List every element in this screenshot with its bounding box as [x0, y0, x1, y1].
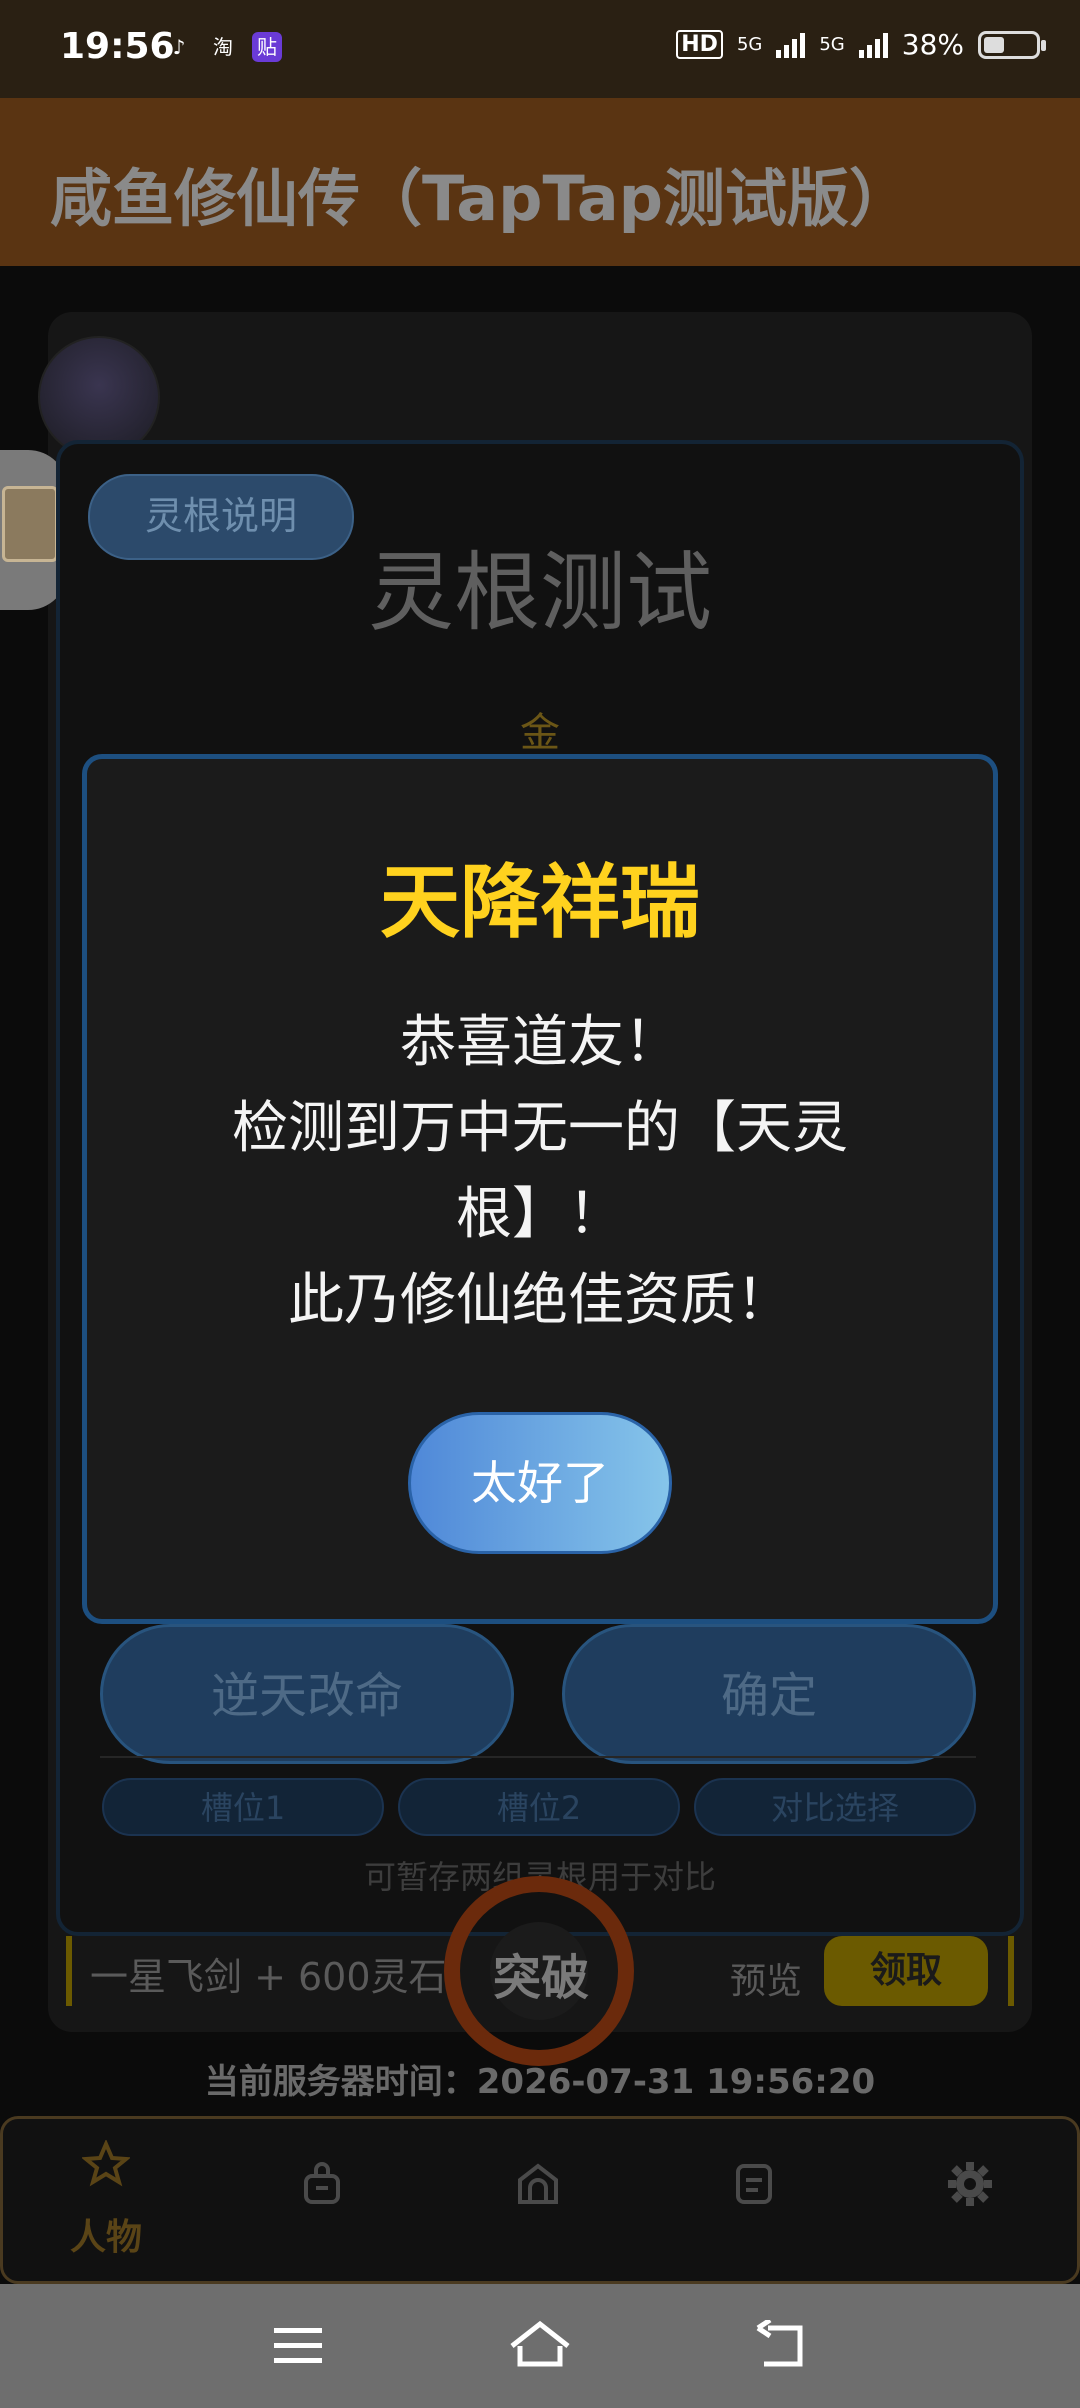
back-icon[interactable]: [754, 2320, 806, 2370]
slot-2-button[interactable]: 槽位2: [398, 1778, 680, 1836]
status-time: 19:56: [60, 26, 175, 67]
modal-line: 根】！: [456, 1182, 624, 1247]
modal-title: 天降祥瑞: [380, 856, 700, 949]
system-nav-bar: [0, 2284, 1080, 2408]
signal-icon-2: [858, 32, 888, 58]
nav-label-character: 人物: [69, 2217, 142, 2258]
preview-link[interactable]: 预览: [730, 1952, 802, 2004]
network-label-2: 5G: [819, 34, 845, 55]
battery-icon: [978, 30, 1046, 59]
compare-button[interactable]: 对比选择: [694, 1778, 976, 1836]
modal-message: 恭喜道友！ 检测到万中无一的【天灵 根】！ 此乃修仙绝佳资质！: [170, 1000, 910, 1344]
app-title: 咸鱼修仙传（TapTap测试版）: [50, 162, 912, 235]
tieba-icon: 贴: [252, 32, 282, 62]
nav-item-sect[interactable]: [478, 2140, 598, 2260]
lingen-title: 灵根测试: [368, 543, 712, 643]
tiktok-icon: ♪: [172, 35, 186, 59]
nav-item-character[interactable]: 人物: [46, 2140, 166, 2260]
home-icon[interactable]: [508, 2318, 572, 2372]
nav-item-tasks[interactable]: [694, 2140, 814, 2260]
divider: [100, 1756, 976, 1758]
nav-item-bag[interactable]: [262, 2140, 382, 2260]
reroll-button[interactable]: 逆天改命: [100, 1624, 514, 1764]
bag-icon: [304, 2162, 340, 2204]
gear-icon: [948, 2162, 992, 2206]
menu-icon[interactable]: [274, 2324, 322, 2368]
document-icon: [736, 2164, 772, 2204]
slot-1-button[interactable]: 槽位1: [102, 1778, 384, 1836]
battery-percent: 38%: [901, 28, 964, 61]
ok-button[interactable]: 太好了: [408, 1412, 672, 1554]
status-right: HD 5G 5G 38%: [676, 28, 1046, 61]
modal-line: 检测到万中无一的【天灵: [232, 1096, 848, 1161]
modal-line: 恭喜道友！: [400, 1010, 680, 1075]
network-label-1: 5G: [736, 34, 763, 55]
hd-indicator: HD: [676, 30, 723, 59]
app-header: 咸鱼修仙传（TapTap测试版）: [0, 98, 1080, 266]
signal-icon: [776, 32, 806, 58]
sect-icon: [518, 2163, 558, 2204]
star-icon: [82, 2140, 130, 2187]
taobao-icon: 淘: [213, 35, 233, 59]
breakthrough-label: 突破: [492, 1950, 589, 2006]
modal-line: 此乃修仙绝佳资质！: [288, 1268, 792, 1333]
reward-text: 一星飞剑 + 600灵石: [90, 1955, 447, 1999]
lingen-element: 金: [520, 710, 560, 756]
nav-item-settings[interactable]: [910, 2140, 1030, 2260]
server-time: 当前服务器时间：2026-07-31 19:56:20: [204, 2062, 876, 2102]
confirm-button[interactable]: 确定: [562, 1624, 976, 1764]
claim-button[interactable]: 领取: [824, 1936, 988, 2006]
status-bar: 19:56 ♪ 淘 贴 HD 5G 5G 38%: [0, 0, 1080, 98]
